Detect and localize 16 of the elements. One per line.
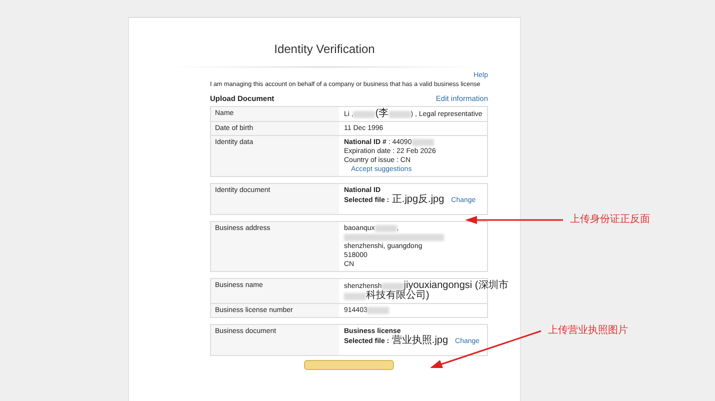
redacted-block: [344, 292, 366, 300]
field-value: 正.jpg反.jpg: [390, 194, 444, 205]
page-title: Identity Verification: [273, 42, 376, 56]
redacted-block: [374, 224, 397, 232]
redacted-block: [367, 306, 390, 314]
field-value: jiyouxiangongsi (深圳市: [404, 280, 508, 291]
field-value: 营业执照.jpg: [390, 335, 448, 346]
field-value: 科技有限公司): [366, 290, 430, 301]
partial-button[interactable]: [304, 360, 394, 370]
annotation-label: 上传营业执照图片: [548, 324, 628, 337]
annotation-label: 上传身份证正反面: [570, 212, 650, 226]
redacted-block: [353, 110, 376, 118]
redacted-block: [412, 138, 434, 146]
redacted-block: [382, 282, 404, 290]
field-value: (李: [375, 108, 389, 119]
redacted-block: [388, 110, 411, 118]
